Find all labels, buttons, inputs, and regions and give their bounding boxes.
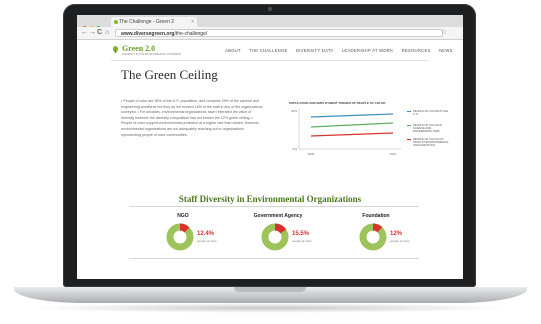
nav-item-news[interactable]: NEWS: [439, 48, 453, 53]
legend-label: PEOPLE OF COLOR IN THE U.S.: [413, 110, 449, 117]
legend-swatch: [407, 125, 411, 126]
series-line-1: [310, 113, 394, 118]
y-tick-top: 40%: [291, 109, 297, 113]
header-divider: [111, 60, 429, 61]
reload-button[interactable]: C: [97, 29, 102, 37]
leaf-icon: [112, 45, 119, 54]
donut-chart: [166, 223, 194, 251]
address-bar[interactable]: www.diversegreen.org/the-challenge/: [115, 29, 443, 37]
tab-bar: The Challenge - Green 2 ×: [77, 15, 463, 31]
bookmark-star-icon[interactable]: ☆: [441, 29, 447, 37]
section-title: Staff Diversity in Environmental Organiz…: [178, 194, 362, 204]
series-line-3: [310, 132, 394, 137]
stat-value: 12%: [390, 231, 403, 237]
x-tick-2010: 2010: [390, 152, 397, 156]
legend-label: PEOPLE OF COLOR IN SCIENCE AND ENGINEERI…: [413, 124, 442, 134]
x-tick-2000: 2000: [308, 152, 315, 156]
nav-item-about[interactable]: ABOUT: [225, 48, 241, 53]
nav-item-diversity-data[interactable]: DIVERSITY DATA: [296, 48, 333, 53]
legend-item: PEOPLE OF COLOR IN SCIENCE AND ENGINEERI…: [407, 124, 449, 138]
tab-title: The Challenge - Green 2: [119, 19, 175, 25]
nav-item-the-challenge[interactable]: THE CHALLENGE: [249, 48, 287, 53]
main-nav: ABOUT THE CHALLENGE DIVERSITY DATA LEADE…: [225, 48, 460, 53]
url-path: /the-challenge/: [174, 31, 208, 37]
section-divider-bottom: [129, 258, 419, 259]
stat-label: Government Agency: [253, 213, 303, 219]
donut-chart: [261, 223, 289, 251]
stat-caption: people of color: [390, 239, 410, 243]
laptop-shadow: [30, 303, 511, 313]
legend-swatch: [407, 111, 411, 112]
logo-tagline: DIVERSITY IN THE ENVIRONMENTAL MOVEMENT: [122, 53, 182, 56]
home-button[interactable]: ⌂: [105, 29, 109, 37]
nav-item-resources[interactable]: RESOURCES: [402, 48, 431, 53]
camera-icon: [268, 7, 272, 11]
stat-value: 12.4%: [197, 231, 215, 237]
browser-tab[interactable]: The Challenge - Green 2 ×: [111, 17, 197, 27]
legend-item: PEOPLE OF COLOR ON STAFF AT ENVIRONMENTA…: [407, 138, 449, 152]
stat-label: Foundation: [362, 213, 390, 219]
back-button[interactable]: ←: [81, 29, 88, 37]
legend-swatch: [407, 139, 411, 140]
close-tab-icon[interactable]: ×: [191, 17, 194, 27]
page-title: The Green Ceiling: [121, 67, 218, 82]
stat-label: NGO: [177, 213, 189, 219]
logo-text: Green 2.0: [122, 44, 156, 53]
stat-caption: people of color: [292, 239, 312, 243]
stat-caption: people of color: [197, 239, 217, 243]
favicon-icon: [114, 20, 118, 24]
screen: The Challenge - Green 2 × ← → C ⌂ www.di…: [77, 15, 463, 279]
chart-title: POPULATION AND EMPLOYMENT TRENDS OF PEOP…: [289, 101, 386, 105]
legend-item: PEOPLE OF COLOR IN THE U.S.: [407, 110, 449, 124]
chart-legend: PEOPLE OF COLOR IN THE U.S. PEOPLE OF CO…: [407, 110, 449, 152]
forward-button[interactable]: →: [89, 29, 96, 37]
donut-chart: [359, 223, 387, 251]
laptop: The Challenge - Green 2 × ← → C ⌂ www.di…: [0, 0, 541, 324]
url-host: www.diversegreen.org: [121, 31, 175, 37]
stat-value: 15.5%: [292, 231, 310, 237]
browser-toolbar: ← → C ⌂ www.diversegreen.org/the-challen…: [77, 27, 463, 40]
section-divider: [129, 206, 419, 207]
intro-paragraph: • People of color are 36% of the U.S. po…: [121, 99, 263, 137]
legend-label: PEOPLE OF COLOR ON STAFF AT ENVIRONMENTA…: [413, 138, 449, 148]
series-line-2: [310, 122, 394, 128]
y-tick-bottom: 0%: [293, 147, 298, 151]
laptop-notch: [234, 287, 306, 292]
nav-item-leadership-at-work[interactable]: LEADERSHIP AT WORK: [342, 48, 393, 53]
